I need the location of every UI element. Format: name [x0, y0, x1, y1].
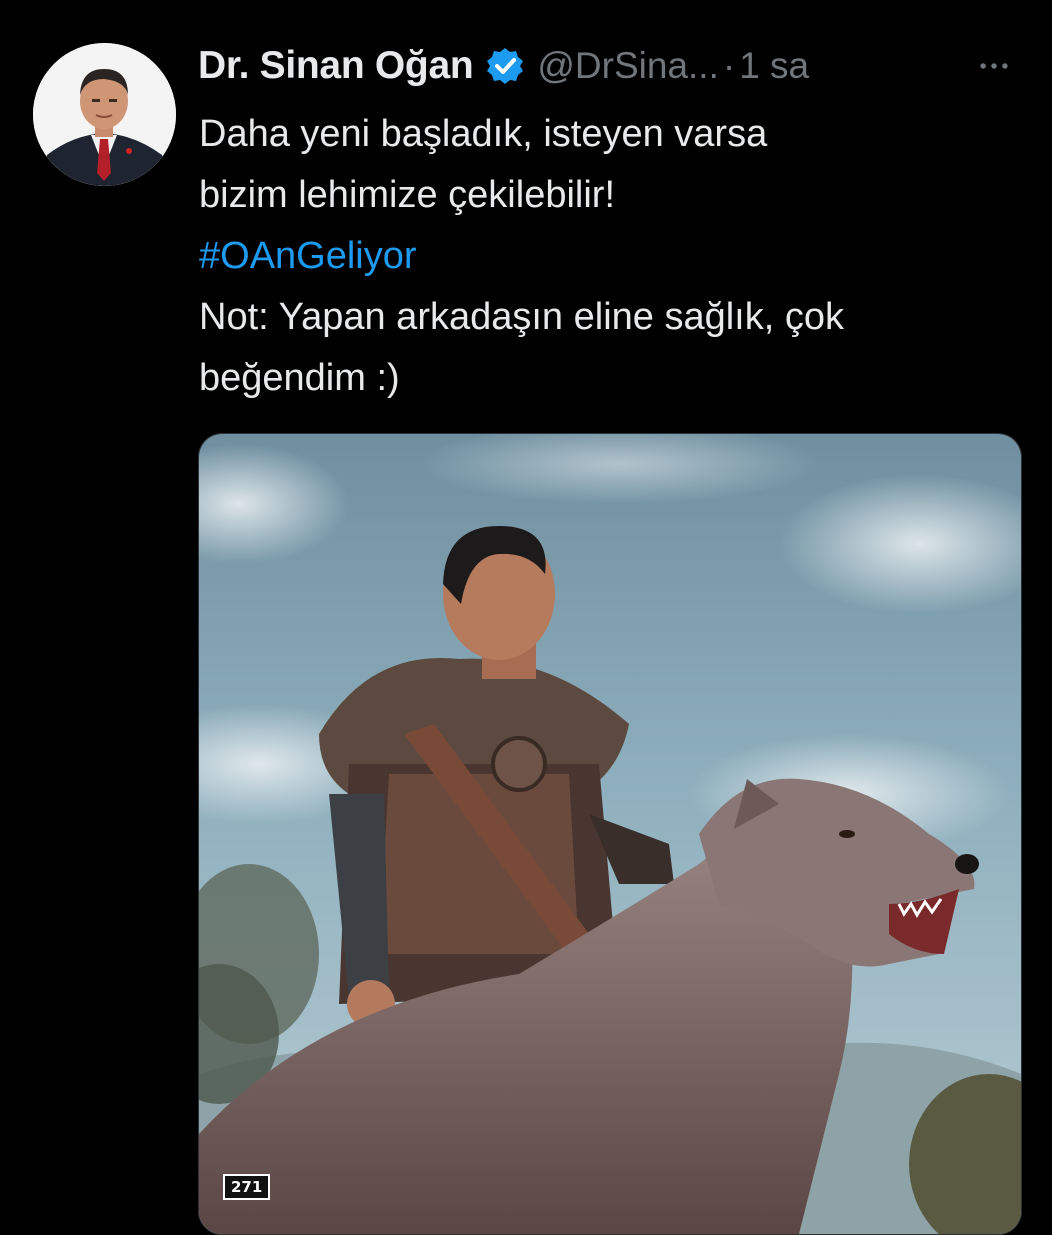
display-name[interactable]: Dr. Sinan Oğan: [198, 44, 474, 88]
tweet-header: Dr. Sinan Oğan @DrSina... · 1 sa: [198, 40, 1028, 92]
media-illustration: [199, 434, 1021, 1234]
separator-dot: ·: [722, 45, 736, 86]
avatar[interactable]: [33, 43, 176, 186]
tweet[interactable]: Dr. Sinan Oğan @DrSina... · 1 sa Daha ye…: [0, 0, 1052, 1235]
tweet-media-image[interactable]: 271: [198, 433, 1022, 1235]
note-text-line: beğendim :): [199, 357, 400, 399]
tweet-text-line: Daha yeni başladık, isteyen varsa: [199, 113, 768, 155]
tweet-text-line: bizim lehimize çekilebilir!: [199, 174, 615, 216]
hashtag-link[interactable]: #OAnGeliyor: [199, 235, 417, 277]
avatar-image: [33, 43, 176, 186]
author-handle[interactable]: @DrSina...: [537, 45, 719, 87]
media-badge: 271: [223, 1174, 271, 1200]
note-text-line: Not: Yapan arkadaşın eline sağlık, çok: [199, 296, 844, 338]
verified-badge-icon: [485, 46, 525, 86]
timestamp[interactable]: 1 sa: [739, 45, 809, 87]
more-horizontal-icon[interactable]: [972, 48, 1016, 84]
tweet-text: Daha yeni başladık, isteyen varsa bizim …: [199, 104, 1029, 409]
